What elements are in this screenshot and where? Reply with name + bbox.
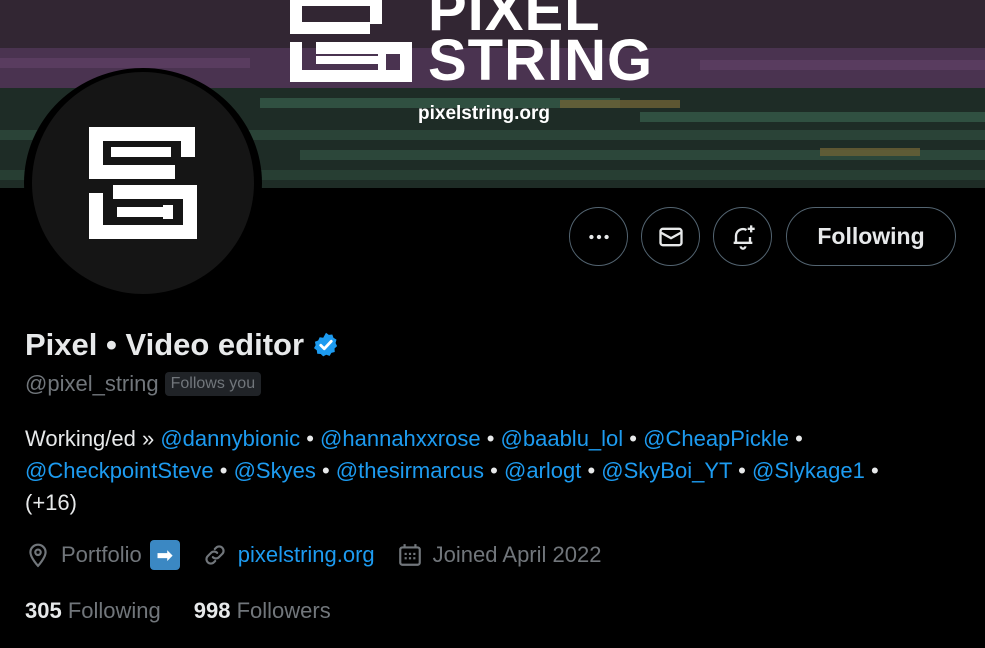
location-pin-icon xyxy=(29,543,47,568)
verified-badge-icon[interactable] xyxy=(312,331,340,359)
bio-separator: • xyxy=(484,458,504,483)
location-text: Portfolio xyxy=(61,542,142,567)
avatar[interactable] xyxy=(24,68,262,298)
bio-separator: • xyxy=(788,426,803,451)
avatar-image xyxy=(32,72,254,294)
following-label: Following xyxy=(67,598,161,623)
banner-stripe xyxy=(700,60,985,70)
bio-mention-link[interactable]: @CheckpointSteve xyxy=(25,458,214,483)
following-count-link[interactable]: 305 Following xyxy=(25,598,161,624)
more-button[interactable] xyxy=(569,207,628,266)
bell-plus-icon xyxy=(733,224,755,250)
followers-label: Followers xyxy=(236,598,331,623)
bio-mention-link[interactable]: @CheapPickle xyxy=(643,426,789,451)
pixelstring-logo-icon xyxy=(89,127,197,239)
handle-row: @pixel_string Follows you xyxy=(25,371,262,397)
profile-meta: Portfolio ➡ pixelstring.org Joined April… xyxy=(25,540,623,570)
profile-stats: 305 Following 998 Followers xyxy=(25,598,364,624)
bio-separator: • xyxy=(732,458,752,483)
link-icon xyxy=(205,545,225,565)
bio-mention-link[interactable]: @arlogt xyxy=(504,458,581,483)
bio-suffix: (+16) xyxy=(25,490,77,515)
followers-count-link[interactable]: 998 Followers xyxy=(194,598,331,624)
banner-stripe xyxy=(0,58,250,68)
bio-mention-link[interactable]: @hannahxxrose xyxy=(320,426,481,451)
bio-separator: • xyxy=(213,458,234,483)
followers-count: 998 xyxy=(193,598,237,623)
banner-stripe xyxy=(640,112,985,122)
bio-separator: • xyxy=(864,458,879,483)
follows-you-badge: Follows you xyxy=(164,372,262,396)
bio-prefix: Working/ed » xyxy=(25,426,161,451)
calendar-icon xyxy=(398,544,421,566)
bio: Working/ed » @dannybionic • @hannahxxros… xyxy=(25,423,955,519)
following-button[interactable]: Following xyxy=(786,207,956,266)
website[interactable]: pixelstring.org xyxy=(202,542,375,568)
bio-separator: • xyxy=(300,426,321,451)
joined-date: Joined April 2022 xyxy=(397,542,602,568)
envelope-icon xyxy=(658,227,683,246)
following-count: 305 xyxy=(25,598,68,623)
bio-mention-link[interactable]: @baablu_lol xyxy=(501,426,624,451)
pixelstring-logo-icon xyxy=(290,0,412,82)
bio-separator: • xyxy=(315,458,336,483)
message-button[interactable] xyxy=(641,207,700,266)
display-name: Pixel • Video editor xyxy=(25,327,305,362)
banner-url: pixelstring.org xyxy=(418,103,550,124)
bio-mention-link[interactable]: @SkyBoi_YT xyxy=(601,458,732,483)
bio-mention-link[interactable]: @thesirmarcus xyxy=(336,458,484,483)
bio-mention-link[interactable]: @Skyes xyxy=(234,458,316,483)
bio-separator: • xyxy=(480,426,501,451)
more-horizontal-icon xyxy=(588,234,609,239)
username: @pixel_string xyxy=(25,371,159,396)
profile-name-row: Pixel • Video editor xyxy=(25,327,340,363)
banner-wordmark: PIXEL STRING xyxy=(428,0,654,93)
notifications-button[interactable] xyxy=(713,207,772,266)
banner-stripe xyxy=(820,148,920,156)
location: Portfolio ➡ xyxy=(25,540,180,570)
bio-mention-link[interactable]: @dannybionic xyxy=(160,426,300,451)
website-link[interactable]: pixelstring.org xyxy=(238,542,375,568)
bio-separator: • xyxy=(623,426,644,451)
wordmark-line: STRING xyxy=(428,28,654,93)
banner-stripe xyxy=(560,100,680,108)
joined-text: Joined April 2022 xyxy=(432,542,602,567)
right-arrow-icon: ➡ xyxy=(149,540,180,570)
bio-separator: • xyxy=(581,458,602,483)
bio-mention-link[interactable]: @Slykage1 xyxy=(752,458,865,483)
